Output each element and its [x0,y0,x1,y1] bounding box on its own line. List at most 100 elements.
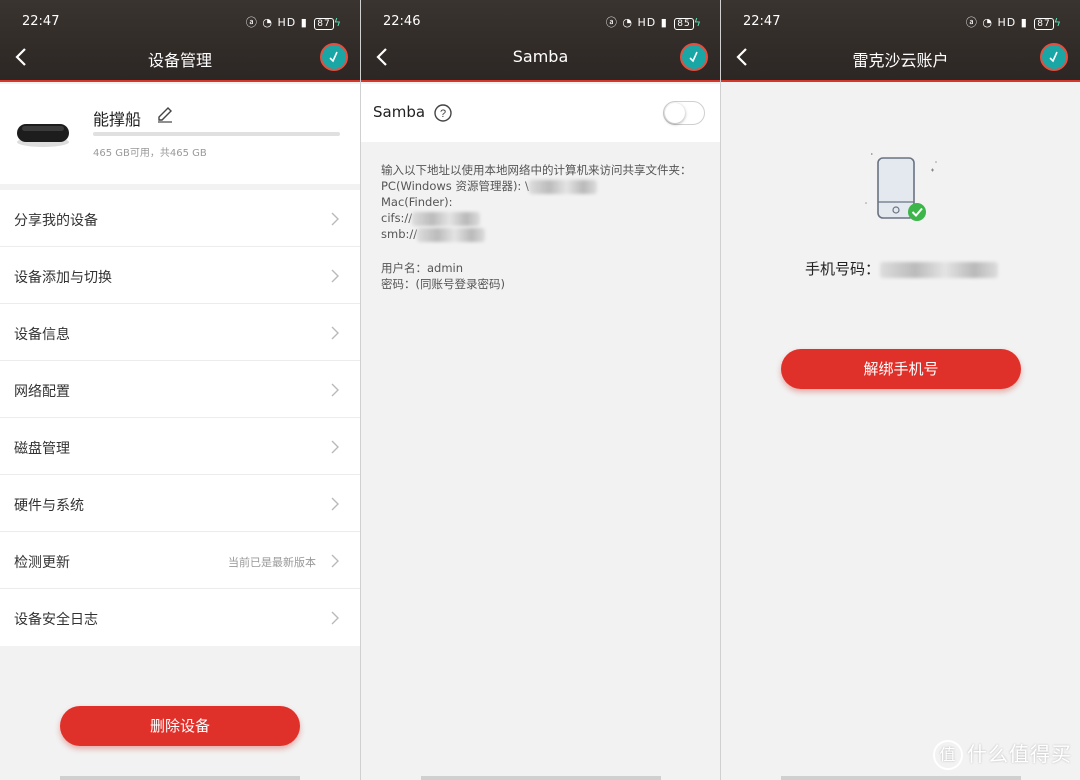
menu-item-add-switch-device[interactable]: 设备添加与切换 [0,247,360,304]
menu-item-device-info[interactable]: 设备信息 [0,304,360,361]
status-icons: ⓐ ◔ HD ▮ 87 ϟ [966,14,1062,30]
redacted-address [528,179,597,194]
password-text: 密码：(同账号登录密码) [381,277,505,291]
assistant-avatar-button[interactable] [320,43,348,71]
settings-menu: 分享我的设备 设备添加与切换 设备信息 网络配置 磁盘管理 硬件与系统 检测更新… [0,190,360,646]
navigation-bar [60,776,300,780]
menu-item-label: 设备安全日志 [14,612,98,628]
back-button[interactable] [373,46,393,68]
chevron-right-icon [331,383,339,397]
status-bar: 22:47 ⓐ ◔ HD ▮ 87 ϟ [0,12,360,32]
menu-item-share-device[interactable]: 分享我的设备 [0,190,360,247]
device-name: 能撑船 [93,110,142,129]
back-button[interactable] [12,46,32,68]
chevron-right-icon [331,269,339,283]
unbind-phone-button[interactable]: 解绑手机号 [781,349,1021,389]
device-card: 能撑船 465 GB可用，共465 GB [0,84,360,184]
signal-icon: ▮ [1020,16,1028,29]
status-icons: ⓐ ◔ HD ▮ 85 ϟ [606,14,702,30]
menu-item-label: 磁盘管理 [14,441,70,457]
cifs-address-label: cifs:// [381,211,413,225]
wifi-icon: ◔ [262,16,273,29]
hd-label: HD [277,16,297,29]
status-icons: ⓐ ◔ HD ▮ 87 ϟ [246,14,342,30]
storage-text: 465 GB可用，共465 GB [93,148,207,159]
username-text: 用户名：admin [381,261,464,275]
navigation-bar [781,776,1021,780]
menu-item-network-config[interactable]: 网络配置 [0,361,360,418]
menu-item-hardware-system[interactable]: 硬件与系统 [0,475,360,532]
menu-item-label: 设备信息 [14,327,70,343]
chevron-right-icon [331,212,339,226]
status-bar: 22:46 ⓐ ◔ HD ▮ 85 ϟ [361,12,720,32]
question-icon[interactable]: ? [433,103,453,123]
menu-item-check-update[interactable]: 检测更新 当前已是最新版本 [0,532,360,589]
delete-device-button[interactable]: 删除设备 [60,706,300,746]
cloud-account-screen: 22:47 ⓐ ◔ HD ▮ 87 ϟ 雷克沙云账户 手机号码： 解绑手机号 值… [720,0,1080,780]
app-header: 22:46 ⓐ ◔ HD ▮ 85 ϟ Samba [361,0,720,82]
pc-address-label: PC(Windows 资源管理器): \ [381,179,529,193]
assistant-avatar-button[interactable] [1040,43,1068,71]
toggle-knob [665,103,685,123]
site-watermark: 值什么值得买 [933,738,1072,770]
redacted-address [412,211,481,226]
update-status-text: 当前已是最新版本 [228,556,316,569]
samba-label: Samba [373,103,426,121]
chevron-left-icon [15,48,26,66]
charging-icon: ϟ [693,16,702,29]
charging-icon: ϟ [333,16,342,29]
info-intro: 输入以下地址以使用本地网络中的计算机来访问共享文件夹： [381,163,692,177]
checkmark-icon [329,51,338,63]
chevron-right-icon [331,326,339,340]
menu-item-disk-management[interactable]: 磁盘管理 [0,418,360,475]
page-title: 设备管理 [147,51,212,70]
samba-toggle-switch[interactable] [663,101,705,125]
menu-item-label: 检测更新 [14,555,70,571]
back-button[interactable] [733,46,753,68]
status-time: 22:47 [22,14,60,29]
phone-verified-icon [865,153,937,221]
samba-toggle-row: Samba ? [361,84,720,142]
status-bar: 22:47 ⓐ ◔ HD ▮ 87 ϟ [721,12,1080,32]
silent-icon: ⓐ [245,16,258,29]
watermark-logo: 值 [933,740,963,770]
silent-icon: ⓐ [605,16,618,29]
device-management-screen: 22:47 ⓐ ◔ HD ▮ 87 ϟ 设备管理 能撑船 465 GB可用，共4… [0,0,360,780]
signal-icon: ▮ [660,16,668,29]
assistant-avatar-button[interactable] [680,43,708,71]
chevron-right-icon [331,497,339,511]
menu-item-label: 网络配置 [14,384,70,400]
status-time: 22:46 [383,14,421,29]
wifi-icon: ◔ [982,16,993,29]
svg-text:?: ? [440,108,446,120]
app-header: 22:47 ⓐ ◔ HD ▮ 87 ϟ 雷克沙云账户 [721,0,1080,82]
app-header: 22:47 ⓐ ◔ HD ▮ 87 ϟ 设备管理 [0,0,360,82]
wifi-icon: ◔ [622,16,633,29]
chevron-right-icon [331,611,339,625]
chevron-right-icon [331,554,339,568]
redacted-address [417,227,486,242]
checkmark-icon [689,51,698,63]
chevron-left-icon [736,48,747,66]
charging-icon: ϟ [1053,16,1062,29]
menu-item-label: 硬件与系统 [14,498,84,514]
chevron-right-icon [331,440,339,454]
checkmark-icon [1049,51,1058,63]
menu-item-security-log[interactable]: 设备安全日志 [0,589,360,646]
redacted-phone-number [880,261,999,278]
battery-icon: 87 [1034,18,1054,30]
menu-item-label: 分享我的设备 [14,213,98,229]
signal-icon: ▮ [300,16,308,29]
storage-usage-bar [93,132,340,136]
navigation-bar [421,776,661,780]
hd-label: HD [997,16,1017,29]
silent-icon: ⓐ [965,16,978,29]
status-time: 22:47 [743,14,781,29]
phone-number-row: 手机号码： [805,258,999,279]
page-title: Samba [512,47,569,66]
mac-address-label: Mac(Finder): [381,195,453,209]
pencil-icon[interactable] [156,105,174,123]
samba-address-info: 输入以下地址以使用本地网络中的计算机来访问共享文件夹： PC(Windows 资… [381,162,701,292]
page-title: 雷克沙云账户 [852,51,949,70]
hd-label: HD [637,16,657,29]
